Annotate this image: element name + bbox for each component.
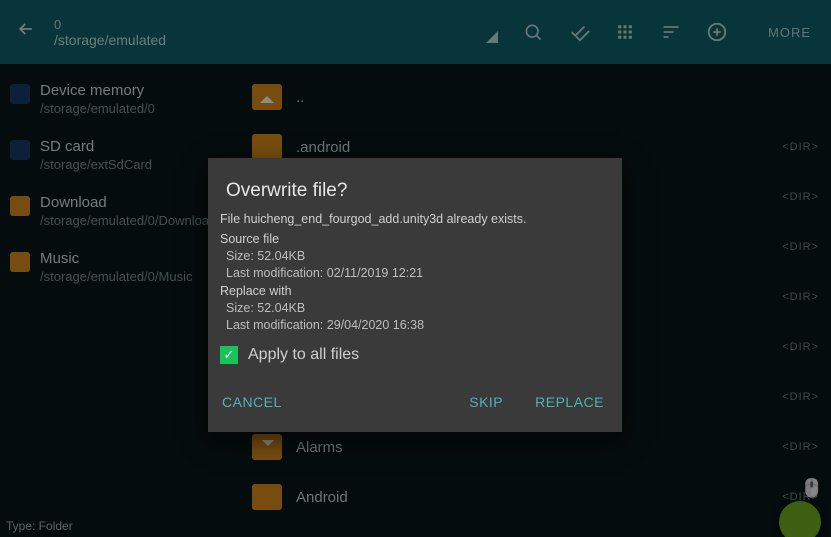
replace-modified: Last modification: 29/04/2020 16:38 <box>226 318 606 332</box>
replace-with-label: Replace with <box>220 284 606 298</box>
dialog-title: Overwrite file? <box>226 180 606 202</box>
cancel-button[interactable]: CANCEL <box>220 388 284 416</box>
apply-all-row[interactable]: ✓ Apply to all files <box>220 346 606 364</box>
source-size: Size: 52.04KB <box>226 249 606 263</box>
checkbox-checked-icon[interactable]: ✓ <box>220 346 238 364</box>
dialog-message: File huicheng_end_fourgod_add.unity3d al… <box>220 212 606 226</box>
source-modified: Last modification: 02/11/2019 12:21 <box>226 266 606 280</box>
dialog-buttons: CANCEL SKIP REPLACE <box>220 388 606 416</box>
overwrite-dialog: Overwrite file? File huicheng_end_fourgo… <box>208 158 622 432</box>
source-file-label: Source file <box>220 232 606 246</box>
apply-all-label: Apply to all files <box>248 346 359 364</box>
replace-button[interactable]: REPLACE <box>533 388 606 416</box>
skip-button[interactable]: SKIP <box>467 388 505 416</box>
replace-size: Size: 52.04KB <box>226 301 606 315</box>
